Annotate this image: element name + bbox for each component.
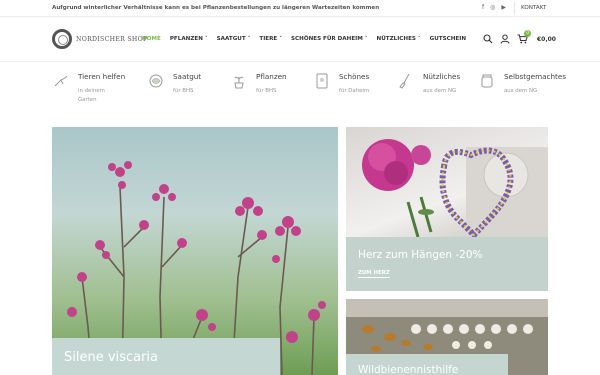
category-saatgut[interactable]: Saatgut für BHS [147,70,227,110]
category-title: Tieren helfen [78,72,126,81]
nav-home[interactable]: HOME [142,36,161,42]
nav-nuetzliches[interactable]: NÜTZLICHES ˅ [377,36,421,42]
potted-plant-icon [234,76,244,89]
promo-tile-nisthilfe[interactable]: Wildbienennisthilfe [346,299,548,375]
hero-banner[interactable]: Silene viscaria [52,127,338,375]
category-pflanzen[interactable]: Pflanzen für BHS [230,70,310,110]
nav-pflanzen[interactable]: PFLANZEN ˅ [170,36,208,42]
tile-heart-caption: Herz zum Hängen -20% ZUM HERZ [346,237,548,291]
cart-button[interactable]: 0 [517,30,531,44]
category-title: Saatgut [173,72,202,81]
seed-bowl-icon [149,74,163,88]
top-notice-bar: Aufgrund winterlicher Verhältnisse kann … [0,0,600,17]
site-header: NORDISCHER SHOP HOME PFLANZEN ˅ SAATGUT … [0,17,600,62]
category-title: Schönes [339,72,370,81]
user-icon[interactable] [500,34,510,44]
category-title: Nützliches [423,72,461,81]
logo-emblem [52,29,72,49]
notice-text: Aufgrund winterlicher Verhältnisse kann … [52,5,380,11]
site-logo[interactable]: NORDISCHER SHOP [52,29,147,49]
category-tieren-helfen[interactable]: Tieren helfen in deinem Garten [52,70,132,110]
contact-link[interactable]: KONTAKT [521,5,546,11]
cart-total[interactable]: €0,00 [537,36,556,43]
nav-gutschein[interactable]: GUTSCHEIN [430,36,466,42]
brush-icon [399,73,410,89]
category-selbstgemachtes[interactable]: Selbstgemachtes aus dem NG [478,70,566,110]
category-nuetzliches[interactable]: Nützliches aus dem NG [397,70,477,110]
logo-text: NORDISCHER SHOP [76,35,148,43]
card-icon [316,73,328,89]
bird-icon [54,75,68,87]
category-title: Selbstgemachtes [504,72,566,81]
tile-nisthilfe-title: Wildbienennisthilfe [358,364,459,375]
search-icon[interactable] [483,34,493,44]
facebook-icon[interactable]: f [482,4,484,11]
category-subtitle: aus dem NG [423,88,457,94]
promo-tile-heart[interactable]: Herz zum Hängen -20% ZUM HERZ [346,127,548,291]
zum-herz-link[interactable]: ZUM HERZ [358,270,390,278]
category-subtitle: für Daheim [339,88,370,94]
category-strip: Tieren helfen in deinem Garten Saatgut fü… [0,62,600,124]
category-subtitle: in deinem Garten [78,88,105,103]
cart-count-badge: 0 [524,30,531,37]
category-subtitle: aus dem NG [504,88,538,94]
nav-tiere[interactable]: TIERE ˅ [259,36,282,42]
divider [514,2,515,15]
tile-nisthilfe-caption: Wildbienennisthilfe [346,354,508,375]
hero-caption: Silene viscaria [52,338,280,375]
header-actions: 0 €0,00 [483,30,556,44]
nav-schoenes[interactable]: SCHÖNES FÜR DAHEIM ˅ [291,36,368,42]
main-navigation: HOME PFLANZEN ˅ SAATGUT ˅ TIERE ˅ SCHÖNE… [142,36,466,42]
social-links: f ◎ ▶ [482,4,506,11]
instagram-icon[interactable]: ◎ [490,4,495,11]
tile-heart-title: Herz zum Hängen -20% [358,249,483,261]
category-schoenes[interactable]: Schönes für Daheim [313,70,393,110]
hero-title: Silene viscaria [64,350,158,365]
jar-icon [481,74,493,88]
nav-saatgut[interactable]: SAATGUT ˅ [217,36,251,42]
heart-wreath-photo [346,127,548,237]
category-title: Pflanzen [256,72,287,81]
category-subtitle: für BHS [173,88,194,94]
youtube-icon[interactable]: ▶ [501,4,506,11]
category-subtitle: für BHS [256,88,277,94]
